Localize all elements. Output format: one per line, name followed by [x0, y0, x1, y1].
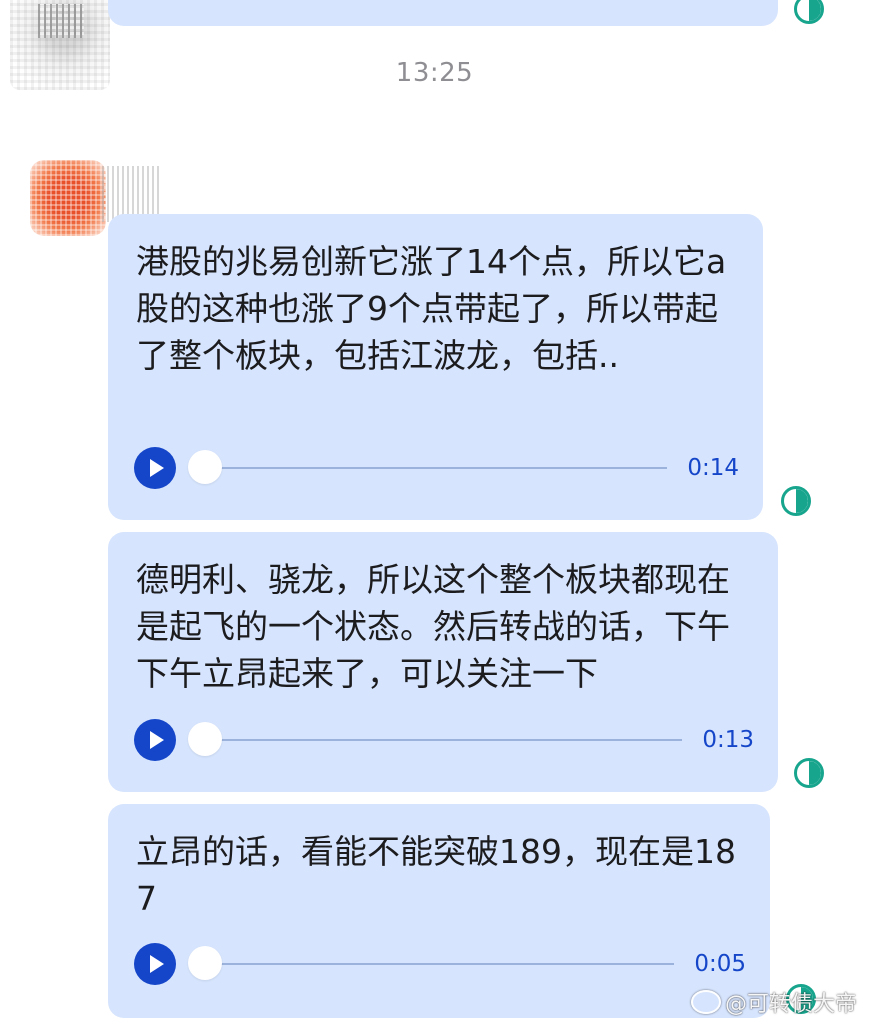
voice-message-bubble[interactable]: 港股的兆易创新它涨了14个点，所以它a股的这种也涨了9个点带起了，所以带起了整个…: [108, 214, 763, 520]
voice-player: 0:13: [134, 718, 754, 762]
progress-knob[interactable]: [188, 946, 222, 980]
voice-player: 0:05: [134, 942, 746, 986]
transcript-text: 立昂的话，看能不能突破189，现在是187: [136, 832, 736, 918]
chat-screen: 13:25 港股的兆易创新它涨了14个点，所以它a股的这种也涨了9个点带起了，所…: [0, 0, 869, 1024]
watermark: @可转债大帝: [690, 986, 857, 1018]
progress-track[interactable]: [188, 946, 675, 980]
voice-message-bubble[interactable]: 立昂的话，看能不能突破189，现在是187 0:05: [108, 804, 770, 1018]
voice-duration: 0:05: [694, 951, 746, 977]
half-circle-icon: [794, 0, 824, 24]
voice-duration: 0:14: [687, 455, 739, 481]
progress-knob[interactable]: [188, 450, 222, 484]
watermark-text: @可转债大帝: [724, 992, 857, 1017]
progress-knob[interactable]: [188, 722, 222, 756]
progress-track[interactable]: [188, 722, 683, 756]
voice-player: 0:14: [134, 446, 739, 490]
play-icon[interactable]: [134, 943, 176, 985]
message-timestamp: 13:25: [395, 58, 474, 88]
weibo-icon: [690, 990, 721, 1014]
half-circle-icon: [794, 758, 824, 788]
voice-message-bubble[interactable]: 德明利、骁龙，所以这个整个板块都现在是起飞的一个状态。然后转战的话，下午下午立昂…: [108, 532, 778, 792]
avatar-image: [30, 160, 106, 236]
progress-track[interactable]: [188, 450, 668, 484]
half-circle-icon: [781, 486, 811, 516]
previous-message-bubble[interactable]: [108, 0, 778, 26]
voice-duration: 0:13: [702, 727, 754, 753]
transcript-text: 港股的兆易创新它涨了14个点，所以它a股的这种也涨了9个点带起了，所以带起了整个…: [136, 242, 727, 375]
transcript-text: 德明利、骁龙，所以这个整个板块都现在是起飞的一个状态。然后转战的话，下午下午立昂…: [136, 560, 730, 693]
play-icon[interactable]: [134, 719, 176, 761]
play-icon[interactable]: [134, 447, 176, 489]
